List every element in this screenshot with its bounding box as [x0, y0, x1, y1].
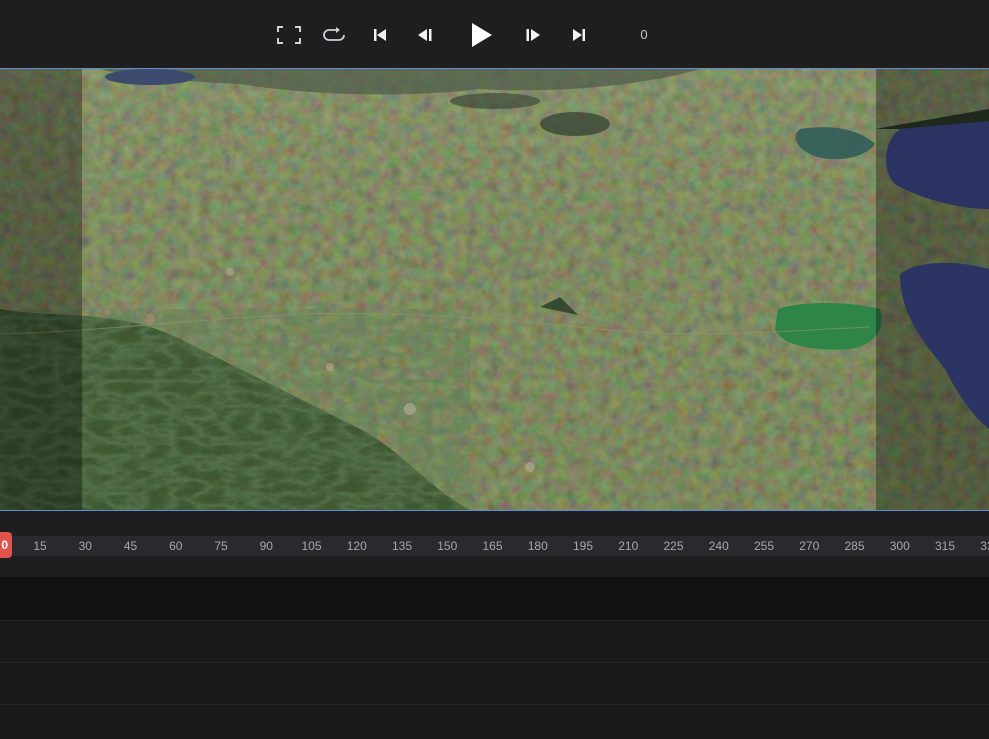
track-row[interactable] [0, 620, 989, 662]
play-icon [469, 22, 493, 48]
ruler-tick-label: 120 [346, 539, 367, 553]
ruler-tick-label: 75 [214, 539, 228, 553]
safe-area-mask-right [876, 69, 989, 510]
skip-to-start-icon [372, 27, 388, 43]
step-forward-icon [524, 27, 542, 43]
ruler-tick-label: 180 [527, 539, 548, 553]
ruler-tick-label: 270 [799, 539, 820, 553]
ruler-tick-label: 60 [169, 539, 183, 553]
ruler-tick-label: 135 [391, 539, 413, 553]
ruler-tick-label: 195 [572, 539, 594, 553]
satellite-terrain-viewport[interactable] [0, 68, 989, 511]
loop-button[interactable] [321, 22, 347, 48]
track-row[interactable] [0, 662, 989, 704]
timeline-ruler[interactable]: 15 30 45 60 75 90 105 120 135 150 165 180 195 210 225 2… [0, 536, 989, 556]
ruler-tick-label: 315 [934, 539, 956, 553]
ruler-tick-label: 240 [708, 539, 729, 553]
loop-icon [321, 26, 347, 44]
track-row[interactable] [0, 704, 989, 739]
ruler-tick-label: 165 [482, 539, 503, 553]
terrain-map-image [0, 69, 989, 510]
step-back-button[interactable] [412, 22, 438, 48]
step-forward-button[interactable] [520, 22, 546, 48]
ruler-tick-label: 15 [33, 539, 47, 553]
ruler-tick-label: 300 [889, 539, 910, 553]
skip-to-end-icon [571, 27, 587, 43]
step-back-icon [416, 27, 434, 43]
transport-toolbar: 0 [0, 0, 989, 68]
ruler-tick-label: 30 [78, 539, 92, 553]
track-header [0, 577, 989, 620]
safe-area-mask-left [0, 69, 82, 510]
play-button[interactable] [466, 20, 496, 50]
fullscreen-icon [277, 26, 301, 44]
track-area [0, 577, 989, 739]
fullscreen-button[interactable] [276, 22, 302, 48]
ruler-tick-label: 210 [618, 539, 639, 553]
current-frame-counter: 0 [640, 27, 648, 42]
video-editor-window: 0 15 30 45 60 75 90 105 120 135 150 165 … [0, 0, 989, 739]
skip-to-start-button[interactable] [367, 22, 393, 48]
playhead-marker[interactable]: 0 [0, 532, 12, 558]
ruler-tick-label: 150 [437, 539, 458, 553]
ruler-tick-label: 255 [753, 539, 775, 553]
ruler-tick-label: 330 [980, 539, 989, 553]
ruler-tick-label: 105 [301, 539, 322, 553]
ruler-tick-label: 225 [663, 539, 684, 553]
ruler-tick-label: 45 [123, 539, 138, 553]
ruler-tick-label: 90 [259, 539, 273, 553]
ruler-tick-label: 285 [844, 539, 865, 553]
skip-to-end-button[interactable] [566, 22, 592, 48]
